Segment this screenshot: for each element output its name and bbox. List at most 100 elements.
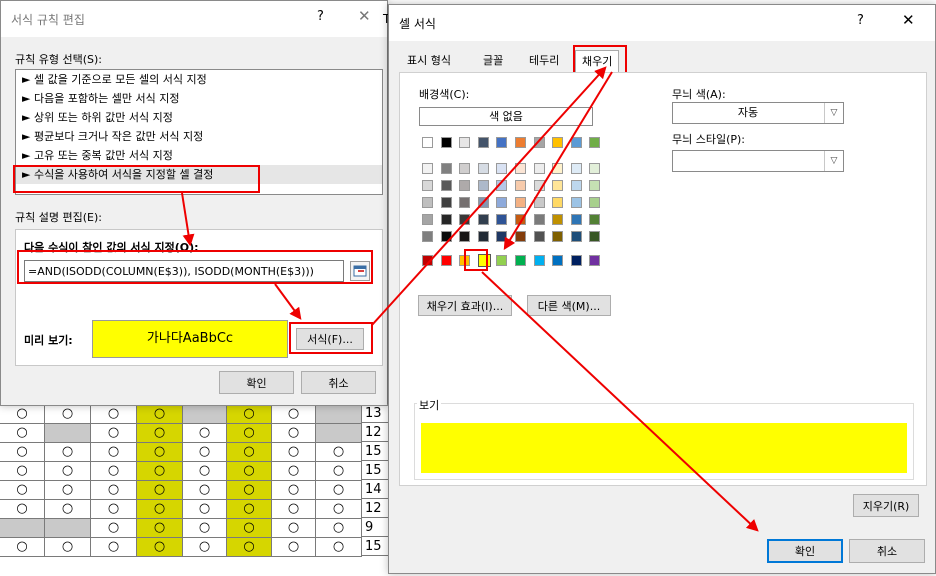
- theme-color-swatch[interactable]: [570, 231, 582, 242]
- rule-type-item[interactable]: ► 셀 값을 기준으로 모든 셀의 서식 지정: [16, 70, 382, 89]
- sheet-cell[interactable]: ○: [227, 424, 272, 443]
- sheet-total-cell[interactable]: 15: [362, 443, 391, 461]
- sheet-cell[interactable]: [316, 405, 362, 424]
- sheet-cell[interactable]: ○: [316, 500, 362, 519]
- sheet-cell[interactable]: ○: [137, 538, 183, 557]
- tab-border[interactable]: 테두리: [523, 50, 565, 72]
- sheet-cell[interactable]: ○: [316, 519, 362, 538]
- theme-color-swatch[interactable]: [477, 231, 489, 242]
- sheet-cell[interactable]: ○: [272, 462, 316, 481]
- tab-number[interactable]: 표시 형식: [401, 50, 457, 72]
- theme-color-swatch[interactable]: [552, 197, 564, 208]
- sheet-cell[interactable]: ○: [183, 462, 227, 481]
- theme-color-swatch[interactable]: [589, 197, 601, 208]
- standard-color-swatch[interactable]: [496, 255, 508, 266]
- sheet-cell[interactable]: ○: [0, 481, 45, 500]
- theme-color-swatch[interactable]: [570, 214, 582, 225]
- sheet-cell[interactable]: ○: [91, 538, 137, 557]
- theme-color-swatch[interactable]: [477, 137, 489, 148]
- standard-color-swatch[interactable]: [570, 255, 582, 266]
- theme-color-swatch[interactable]: [477, 163, 489, 174]
- close-icon[interactable]: ✕: [902, 11, 915, 29]
- tab-font[interactable]: 글꼴: [477, 50, 509, 72]
- rule-type-item[interactable]: ► 고유 또는 중복 값만 서식 지정: [16, 146, 382, 165]
- theme-color-swatch[interactable]: [496, 180, 508, 191]
- cell-cancel-button[interactable]: 취소: [849, 539, 925, 563]
- tab-fill[interactable]: 채우기: [575, 50, 620, 73]
- theme-color-swatch[interactable]: [440, 197, 452, 208]
- theme-color-swatch[interactable]: [533, 137, 545, 148]
- sheet-cell[interactable]: [316, 424, 362, 443]
- rule-type-item-formula[interactable]: ► 수식을 사용하여 서식을 지정할 셀 결정: [16, 165, 382, 184]
- sheet-cell[interactable]: ○: [45, 481, 91, 500]
- sheet-cell[interactable]: ○: [227, 500, 272, 519]
- theme-color-swatch[interactable]: [515, 163, 526, 174]
- theme-color-swatch[interactable]: [496, 163, 508, 174]
- sheet-cell[interactable]: ○: [316, 462, 362, 481]
- sheet-cell[interactable]: ○: [272, 500, 316, 519]
- sheet-cell[interactable]: ○: [91, 462, 137, 481]
- sheet-cell[interactable]: ○: [91, 443, 137, 462]
- sheet-cell[interactable]: ○: [137, 462, 183, 481]
- sheet-cell[interactable]: ○: [183, 424, 227, 443]
- sheet-cell[interactable]: ○: [316, 443, 362, 462]
- sheet-total-cell[interactable]: 9: [362, 519, 391, 537]
- standard-color-swatch[interactable]: [589, 255, 601, 266]
- theme-color-swatch[interactable]: [533, 180, 545, 191]
- formula-input[interactable]: =AND(ISODD(COLUMN(E$3)), ISODD(MONTH(E$3…: [24, 260, 344, 282]
- sheet-cell[interactable]: ○: [91, 405, 137, 424]
- standard-color-swatch[interactable]: [552, 255, 564, 266]
- theme-color-swatch[interactable]: [533, 197, 545, 208]
- sheet-cell[interactable]: ○: [45, 405, 91, 424]
- theme-color-swatch[interactable]: [422, 180, 433, 191]
- sheet-cell[interactable]: ○: [183, 443, 227, 462]
- sheet-cell[interactable]: ○: [91, 519, 137, 538]
- sheet-cell[interactable]: ○: [0, 538, 45, 557]
- theme-color-swatch[interactable]: [515, 137, 526, 148]
- theme-color-swatch[interactable]: [552, 180, 564, 191]
- rule-cancel-button[interactable]: 취소: [301, 371, 376, 394]
- fill-effects-button[interactable]: 채우기 효과(I)...: [418, 295, 512, 316]
- sheet-cell[interactable]: ○: [272, 405, 316, 424]
- sheet-cell[interactable]: ○: [0, 500, 45, 519]
- sheet-cell[interactable]: ○: [227, 519, 272, 538]
- theme-color-swatch[interactable]: [589, 180, 601, 191]
- sheet-cell[interactable]: ○: [227, 538, 272, 557]
- standard-color-swatch[interactable]: [440, 255, 452, 266]
- sheet-cell[interactable]: [45, 424, 91, 443]
- theme-color-swatch[interactable]: [570, 163, 582, 174]
- theme-color-swatch[interactable]: [552, 231, 564, 242]
- theme-color-swatch[interactable]: [422, 163, 433, 174]
- standard-color-swatch[interactable]: [459, 255, 471, 266]
- theme-color-swatch[interactable]: [515, 231, 526, 242]
- cell-ok-button[interactable]: 확인: [767, 539, 843, 563]
- sheet-cell[interactable]: ○: [227, 443, 272, 462]
- theme-color-swatch[interactable]: [533, 231, 545, 242]
- theme-color-swatch[interactable]: [496, 137, 508, 148]
- theme-color-swatch[interactable]: [589, 214, 601, 225]
- theme-color-swatch[interactable]: [477, 197, 489, 208]
- rule-type-item[interactable]: ► 다음을 포함하는 셀만 서식 지정: [16, 89, 382, 108]
- theme-color-swatch[interactable]: [552, 163, 564, 174]
- standard-color-swatch[interactable]: [422, 255, 433, 266]
- sheet-cell[interactable]: ○: [45, 538, 91, 557]
- pattern-color-select[interactable]: 자동 ▽: [672, 102, 844, 124]
- theme-color-swatch[interactable]: [570, 197, 582, 208]
- sheet-cell[interactable]: ○: [227, 405, 272, 424]
- theme-color-swatch[interactable]: [440, 137, 452, 148]
- sheet-cell[interactable]: ○: [0, 462, 45, 481]
- collapse-dialog-button[interactable]: [350, 261, 370, 281]
- theme-color-swatch[interactable]: [570, 137, 582, 148]
- theme-color-swatch[interactable]: [570, 180, 582, 191]
- theme-color-swatch[interactable]: [459, 231, 471, 242]
- sheet-cell[interactable]: ○: [45, 443, 91, 462]
- theme-color-swatch[interactable]: [440, 214, 452, 225]
- sheet-cell[interactable]: [183, 405, 227, 424]
- more-colors-button[interactable]: 다른 색(M)...: [527, 295, 611, 316]
- sheet-total-cell[interactable]: 12: [362, 424, 391, 442]
- theme-color-swatch[interactable]: [459, 214, 471, 225]
- theme-color-swatch[interactable]: [515, 180, 526, 191]
- standard-color-swatch[interactable]: [533, 255, 545, 266]
- sheet-cell[interactable]: ○: [272, 538, 316, 557]
- sheet-cell[interactable]: [0, 519, 45, 538]
